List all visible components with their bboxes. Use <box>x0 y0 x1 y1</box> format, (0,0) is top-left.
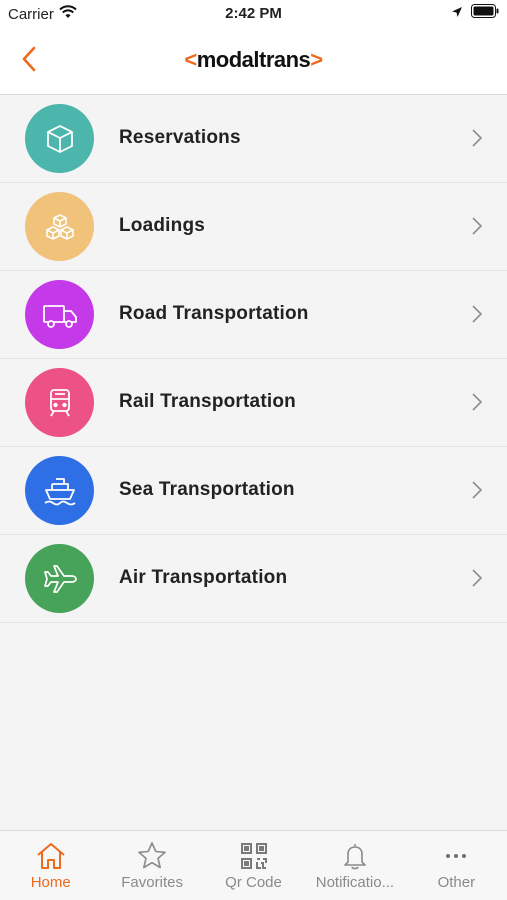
ship-icon <box>43 477 76 505</box>
box-icon <box>46 124 73 153</box>
menu-item-sea-transportation[interactable]: Sea Transportation <box>0 447 507 535</box>
logo-bracket-left: < <box>184 47 197 72</box>
menu-label: Sea Transportation <box>119 479 295 500</box>
tab-home[interactable]: Home <box>0 831 101 900</box>
tab-label: Home <box>30 874 71 891</box>
menu-label: Rail Transportation <box>119 391 296 412</box>
menu-icon-sea <box>25 456 94 525</box>
menu-item-air-transportation[interactable]: Air Transportation <box>0 535 507 623</box>
status-time: 2:42 PM <box>225 5 282 22</box>
menu-icon-rail <box>25 368 94 437</box>
plane-icon <box>43 564 77 593</box>
menu-item-loadings[interactable]: Loadings <box>0 183 507 271</box>
menu-icon-air <box>25 544 94 613</box>
menu-list: Reservations Loadings Road Transportatio… <box>0 95 507 623</box>
menu-label: Road Transportation <box>119 303 309 324</box>
bell-icon <box>340 840 370 872</box>
status-right <box>451 4 499 23</box>
navigation-bar: <modaltrans> <box>0 30 507 95</box>
chevron-right-icon <box>472 481 483 499</box>
logo-text: modaltrans <box>196 47 311 72</box>
chevron-right-icon <box>472 393 483 411</box>
star-icon <box>136 840 168 872</box>
train-icon <box>49 388 70 416</box>
home-icon <box>35 840 67 872</box>
location-arrow-icon <box>451 5 463 23</box>
menu-icon-road <box>25 280 94 349</box>
menu-icon-loadings <box>25 192 94 261</box>
tab-label: Notificatio... <box>315 874 395 891</box>
menu-label: Air Transportation <box>119 567 288 588</box>
tab-label: Favorites <box>121 874 183 891</box>
app-logo: <modaltrans> <box>0 47 507 73</box>
chevron-right-icon <box>472 305 483 323</box>
menu-item-reservations[interactable]: Reservations <box>0 95 507 183</box>
tab-label: Qr Code <box>225 874 282 891</box>
boxes-icon <box>45 213 74 240</box>
battery-icon <box>471 4 499 23</box>
chevron-right-icon <box>472 569 483 587</box>
truck-icon <box>42 304 77 328</box>
menu-item-road-transportation[interactable]: Road Transportation <box>0 271 507 359</box>
tab-bar: Home Favorites Qr Code Notificatio... Ot… <box>0 830 507 900</box>
menu-item-rail-transportation[interactable]: Rail Transportation <box>0 359 507 447</box>
menu-label: Reservations <box>119 127 241 148</box>
logo-bracket-right: > <box>310 47 323 72</box>
menu-icon-reservations <box>25 104 94 173</box>
chevron-right-icon <box>472 129 483 147</box>
tab-label: Other <box>437 874 476 891</box>
tab-other[interactable]: Other <box>406 831 507 900</box>
chevron-right-icon <box>472 217 483 235</box>
tab-qr-code[interactable]: Qr Code <box>203 831 304 900</box>
menu-label: Loadings <box>119 215 206 236</box>
more-icon <box>441 840 471 872</box>
status-bar: Carrier 2:42 PM <box>0 0 507 30</box>
tab-notifications[interactable]: Notificatio... <box>304 831 405 900</box>
qr-code-icon <box>239 840 269 872</box>
tab-favorites[interactable]: Favorites <box>101 831 202 900</box>
